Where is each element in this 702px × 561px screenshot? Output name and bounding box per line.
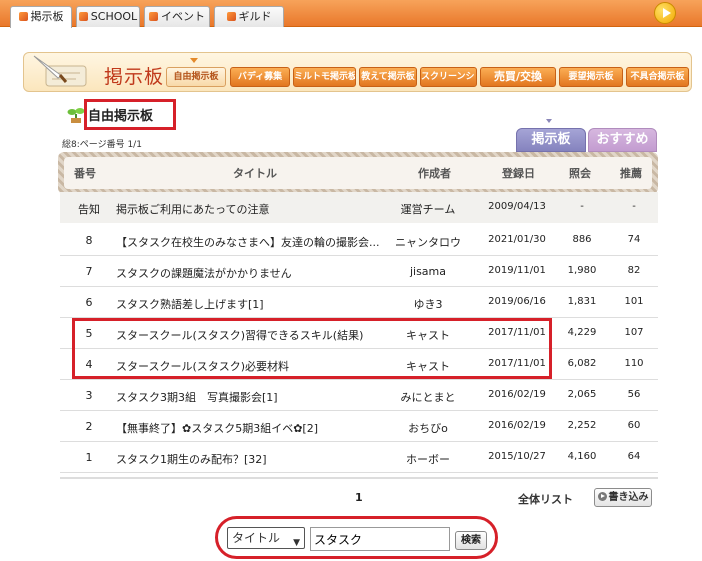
search-field-select[interactable]: タイトル ▼ bbox=[227, 527, 305, 549]
cell-title[interactable]: スタスクの課題魔法がかかりません bbox=[116, 265, 388, 281]
page-number[interactable]: 1 bbox=[355, 491, 363, 504]
cell-recommend: - bbox=[632, 201, 636, 212]
cell-title[interactable]: スタスク3期3組 写真撮影会[1] bbox=[116, 389, 388, 405]
cell-date: 2016/02/19 bbox=[488, 389, 546, 400]
cell-views: 2,065 bbox=[567, 389, 597, 400]
cell-views: 886 bbox=[572, 234, 592, 245]
cell-views: 6,082 bbox=[567, 358, 597, 369]
cell-number: 7 bbox=[85, 265, 93, 278]
cell-number: 1 bbox=[85, 451, 93, 464]
tab-board-list[interactable]: 掲示板 bbox=[516, 128, 586, 152]
cell-recommend: 110 bbox=[624, 358, 644, 369]
cell-recommend: 82 bbox=[627, 265, 641, 276]
tab-board[interactable]: 掲示板 bbox=[10, 6, 72, 28]
cell-views: 1,831 bbox=[567, 296, 597, 307]
highlight-box-title bbox=[84, 99, 176, 130]
play-icon[interactable] bbox=[654, 2, 676, 24]
header-author: 作成者 bbox=[418, 167, 451, 180]
cell-views: 4,160 bbox=[567, 451, 597, 462]
nav-screenshot[interactable]: スクリーンショット bbox=[420, 67, 477, 87]
cell-date: 2019/11/01 bbox=[488, 265, 546, 276]
quill-scroll-icon bbox=[33, 55, 87, 87]
header-recommend: 推薦 bbox=[620, 167, 642, 180]
tab-guild[interactable]: ギルド bbox=[214, 6, 284, 27]
nav-question[interactable]: 教えて掲示板 bbox=[359, 67, 417, 87]
cell-author: ニャンタロウ bbox=[395, 236, 461, 249]
cell-date: 2019/06/16 bbox=[488, 296, 546, 307]
table-row[interactable]: 8 【スタスク在校生のみなさまへ】友達の輪の撮影会... ニャンタロウ 2021/01… bbox=[60, 225, 658, 256]
tab-recommend[interactable]: おすすめ bbox=[588, 128, 657, 152]
cell-date: 2016/02/19 bbox=[488, 420, 546, 431]
table-row-notice[interactable]: 告知 掲示板ご利用にあたっての注意 運営チーム 2009/04/13 - - bbox=[60, 192, 658, 223]
cell-recommend: 56 bbox=[627, 389, 641, 400]
table-header bbox=[64, 157, 652, 189]
sprout-icon bbox=[67, 108, 85, 123]
table-row[interactable]: 1 スタスク1期生のみ配布？[32] ホーボー 2015/10/27 4,160 64 bbox=[60, 442, 658, 473]
chevron-down-icon: ▼ bbox=[293, 538, 300, 548]
table-row[interactable]: 2 【無事終了】✿スタスク5期3組イベ✿[2] おちびo 2016/02/19 2,25… bbox=[60, 411, 658, 442]
event-tab-icon bbox=[149, 12, 158, 21]
header-title: タイトル bbox=[233, 167, 277, 180]
page-info: 総8:ページ番号 1/1 bbox=[62, 140, 142, 150]
cell-title[interactable]: 【無事終了】✿スタスク5期3組イベ✿[2] bbox=[116, 420, 388, 436]
banner-title: 掲示板 bbox=[104, 66, 165, 88]
search-button[interactable]: 検索 bbox=[455, 531, 487, 550]
cell-title[interactable]: スタスク1期生のみ配布？[32] bbox=[116, 451, 388, 467]
cell-date: 2021/01/30 bbox=[488, 234, 546, 245]
table-row[interactable]: 6 スタスク熟語差し上げます[1] ゆき3 2019/06/16 1,831 101 bbox=[60, 287, 658, 318]
tab-event[interactable]: イベント bbox=[144, 6, 210, 27]
table-row[interactable]: 3 スタスク3期3組 写真撮影会[1] みにとまと 2016/02/19 2,065 56 bbox=[60, 380, 658, 411]
cell-author: 運営チーム bbox=[400, 203, 456, 216]
nav-free-board[interactable]: 自由掲示板 bbox=[166, 67, 226, 87]
header-number: 番号 bbox=[74, 167, 96, 180]
cell-date: 2009/04/13 bbox=[488, 201, 546, 212]
highlight-box-rows bbox=[72, 318, 552, 379]
nav-bug[interactable]: 不具合掲示板 bbox=[626, 67, 689, 87]
search-input[interactable] bbox=[310, 527, 450, 551]
tab-school[interactable]: SCHOOL bbox=[76, 6, 140, 27]
nav-trade[interactable]: 売買/交換 bbox=[480, 67, 556, 87]
cell-number: 告知 bbox=[78, 203, 100, 216]
cell-number: 8 bbox=[85, 234, 93, 247]
nav-miltomo[interactable]: ミルトモ掲示板 bbox=[293, 67, 356, 87]
cell-views: - bbox=[580, 201, 584, 212]
guild-tab-icon bbox=[226, 12, 236, 21]
cell-title[interactable]: 【スタスク在校生のみなさまへ】友達の輪の撮影会... bbox=[116, 234, 388, 250]
cell-date: 2015/10/27 bbox=[488, 451, 546, 462]
cell-title[interactable]: スタスク熟語差し上げます[1] bbox=[116, 296, 388, 312]
tab-indicator-arrow bbox=[546, 119, 552, 123]
cell-number: 2 bbox=[85, 420, 93, 433]
cell-views: 2,252 bbox=[567, 420, 597, 431]
board-tab-icon bbox=[18, 12, 28, 21]
write-button[interactable]: 書き込み bbox=[594, 488, 652, 507]
cell-author: みにとまと bbox=[400, 391, 456, 404]
cell-recommend: 107 bbox=[624, 327, 644, 338]
nav-buddy[interactable]: バディ募集 bbox=[230, 67, 290, 87]
cell-recommend: 74 bbox=[627, 234, 641, 245]
school-tab-icon bbox=[78, 12, 88, 21]
table-bottom-divider bbox=[60, 477, 658, 479]
nav-indicator-arrow bbox=[190, 58, 198, 63]
header-views: 照会 bbox=[569, 167, 591, 180]
all-list-link[interactable]: 全体リスト bbox=[518, 491, 573, 507]
header-date: 登録日 bbox=[502, 167, 535, 180]
cell-number: 3 bbox=[85, 389, 93, 402]
cell-author: jisama bbox=[409, 265, 447, 278]
cell-author: おちびo bbox=[408, 422, 448, 435]
cell-author: ゆき3 bbox=[413, 298, 443, 311]
cell-views: 4,229 bbox=[567, 327, 597, 338]
cell-views: 1,980 bbox=[567, 265, 597, 276]
table-row[interactable]: 7 スタスクの課題魔法がかかりません jisama 2019/11/01 1,980 82 bbox=[60, 256, 658, 287]
cell-author: ホーボー bbox=[406, 453, 450, 466]
cell-title[interactable]: 掲示板ご利用にあたっての注意 bbox=[116, 201, 388, 217]
cell-number: 6 bbox=[85, 296, 93, 309]
cell-recommend: 101 bbox=[624, 296, 644, 307]
nav-request[interactable]: 要望掲示板 bbox=[559, 67, 623, 87]
arrow-circle-icon bbox=[597, 492, 607, 501]
cell-recommend: 60 bbox=[627, 420, 641, 431]
cell-recommend: 64 bbox=[627, 451, 641, 462]
